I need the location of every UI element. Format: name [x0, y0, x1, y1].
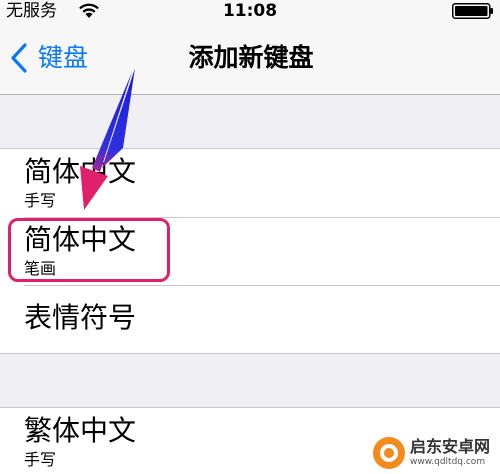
page-title: 添加新键盘: [188, 43, 314, 72]
list-item-title: 繁体中文: [24, 414, 137, 447]
list-item-simplified-handwriting[interactable]: 简体中文 手写: [0, 149, 500, 217]
list-item-subtitle: 手写: [24, 191, 57, 210]
list-item-title: 简体中文: [24, 155, 137, 188]
list-item-emoji[interactable]: 表情符号: [0, 285, 500, 353]
status-time: 11:08: [222, 1, 278, 21]
navigation-bar: 键盘 添加新键盘: [0, 22, 500, 95]
battery-icon: [452, 3, 493, 19]
highlight-box: [8, 218, 170, 282]
list-item-subtitle: 手写: [24, 450, 57, 469]
watermark: 启东安卓网 www.qdltdq.com: [372, 432, 500, 474]
watermark-url: www.qdltdq.com: [410, 457, 486, 467]
watermark-logo-icon: [373, 437, 405, 469]
status-bar: 无服务 11:08: [0, 0, 500, 22]
settings-screen: 无服务 11:08 键盘 添加新键盘 简体中文 手写 简体中文 笔画 表情符号 …: [0, 0, 500, 474]
watermark-name: 启东安卓网: [410, 437, 491, 456]
list-item-title: 表情符号: [24, 301, 137, 334]
